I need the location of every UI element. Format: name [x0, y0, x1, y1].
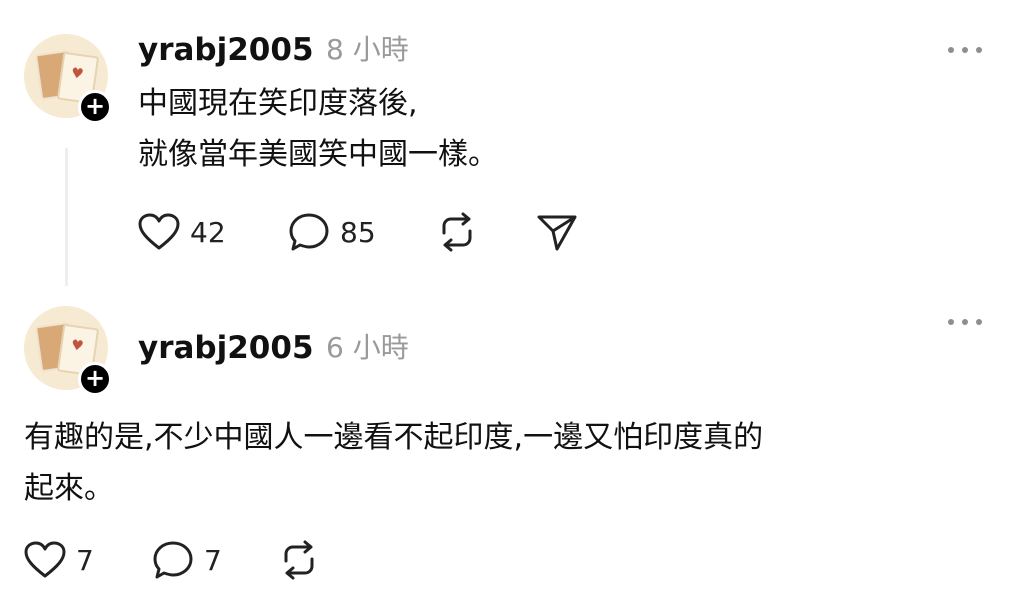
- repost-button[interactable]: [278, 538, 320, 582]
- timestamp[interactable]: 6 小時: [326, 330, 409, 366]
- username[interactable]: yrabj2005: [138, 32, 314, 68]
- comment-count: 7: [204, 543, 222, 577]
- repost-icon: [284, 540, 314, 580]
- thread-line: [65, 148, 68, 286]
- like-button[interactable]: 42: [138, 210, 226, 254]
- more-icon[interactable]: [948, 44, 984, 56]
- share-button[interactable]: [536, 210, 578, 254]
- like-count: 42: [190, 215, 226, 249]
- post-body: 中國現在笑印度落後, 就像當年美國笑中國一樣。: [138, 78, 498, 180]
- comment-count: 85: [340, 215, 376, 249]
- more-icon[interactable]: [948, 316, 984, 328]
- username[interactable]: yrabj2005: [138, 330, 314, 366]
- heart-icon: [24, 541, 66, 578]
- comment-icon: [153, 541, 193, 579]
- heart-icon: [138, 213, 180, 250]
- post-body: 有趣的是,不少中國人一邊看不起印度,一邊又怕印度真的 起來。: [24, 412, 763, 514]
- repost-button[interactable]: [436, 210, 478, 254]
- comment-icon: [289, 213, 329, 251]
- post-text-line: 中國現在笑印度落後,: [138, 86, 418, 121]
- post-text-line: 起來。: [24, 471, 114, 506]
- repost-icon: [442, 212, 472, 252]
- timestamp[interactable]: 8 小時: [326, 32, 409, 68]
- post-text-line: 有趣的是,不少中國人一邊看不起印度,一邊又怕印度真的: [24, 420, 764, 455]
- thread-post: ♥ + yrabj2005 8 小時 中國現在笑印度落後, 就像當年美國笑中國一…: [0, 0, 1021, 290]
- comment-button[interactable]: 85: [288, 210, 376, 254]
- like-button[interactable]: 7: [24, 538, 94, 582]
- share-icon: [537, 215, 577, 251]
- thread-post: ♥ + yrabj2005 6 小時 有趣的是,不少中國人一邊看不起印度,一邊又…: [0, 290, 1021, 591]
- heart-card-icon: ♥: [69, 337, 85, 355]
- comment-button[interactable]: 7: [152, 538, 222, 582]
- heart-card-icon: ♥: [69, 65, 85, 83]
- follow-button[interactable]: +: [78, 90, 112, 124]
- like-count: 7: [76, 543, 94, 577]
- post-text-line: 就像當年美國笑中國一樣。: [138, 137, 498, 172]
- follow-button[interactable]: +: [78, 362, 112, 396]
